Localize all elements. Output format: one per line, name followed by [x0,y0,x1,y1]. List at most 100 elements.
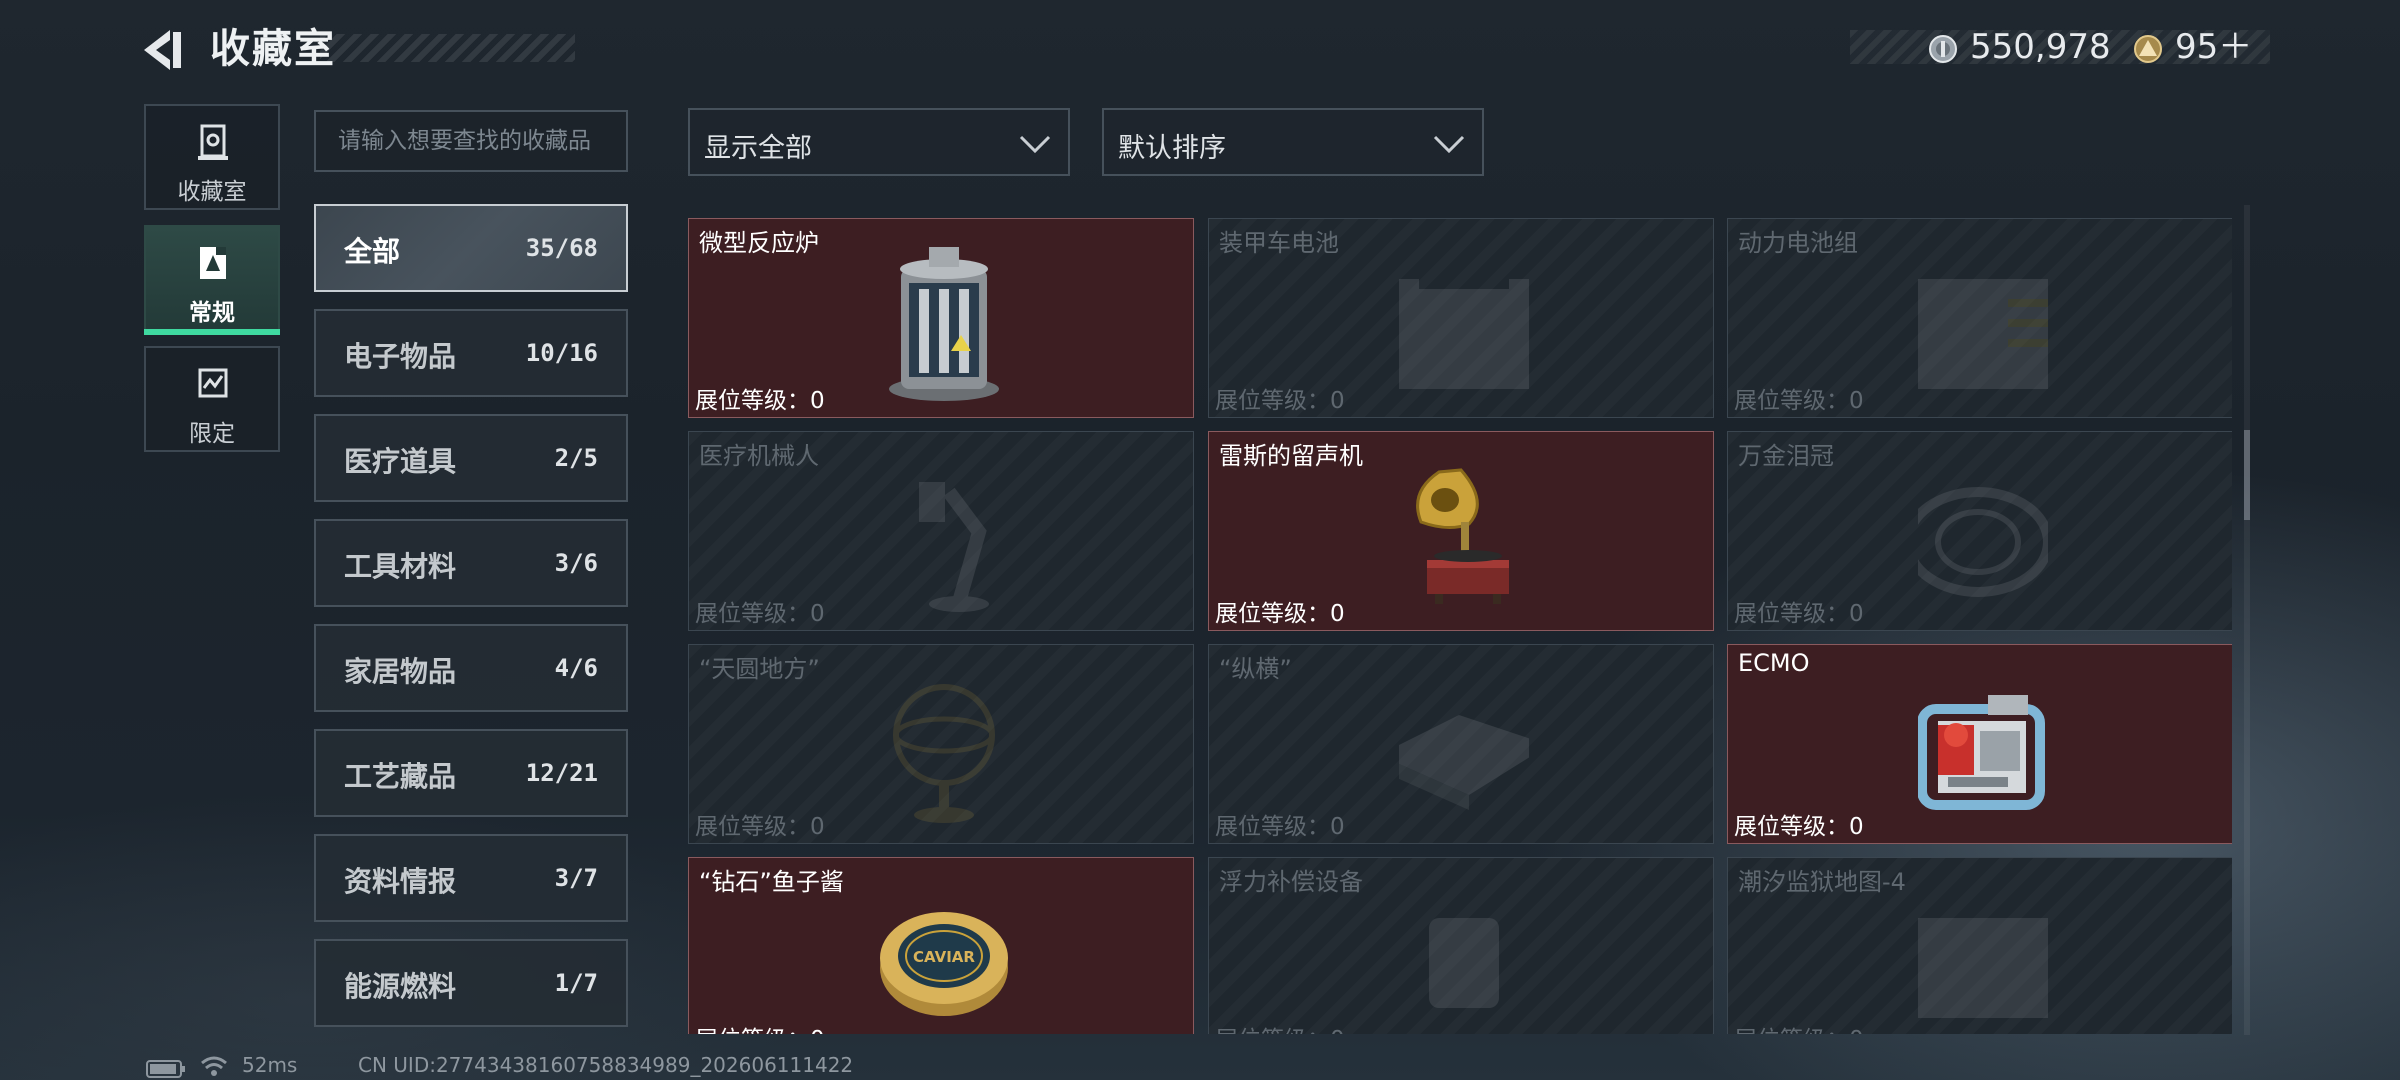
token-icon [2134,35,2162,63]
prison-map-icon [1918,918,2048,1018]
item-name: 微型反应炉 [699,229,819,257]
item-level: 展位等级：0 [695,388,825,414]
category-name: 资料情报 [344,865,457,898]
item-name: 万金泪冠 [1738,442,1834,470]
category-household[interactable]: 家居物品 4/6 [314,624,628,712]
category-count: 4/6 [554,654,598,682]
category-count: 10/16 [525,339,598,367]
scrollbar-track[interactable] [2244,205,2250,1035]
category-count: 3/7 [554,864,598,892]
svg-text:CAVIAR: CAVIAR [913,948,975,966]
ecmo-machine-icon [1918,695,2045,810]
item-name: “天圆地方” [699,655,820,683]
ping-readout: 52ms [242,1053,298,1077]
collection-card[interactable]: 微型反应炉 展位等级：0 [688,218,1194,418]
category-count: 12/21 [525,759,598,787]
category-intel[interactable]: 资料情报 3/7 [314,834,628,922]
display-filter-dropdown[interactable]: 显示全部 [688,108,1070,176]
category-name: 家居物品 [344,655,457,688]
category-tools[interactable]: 工具材料 3/6 [314,519,628,607]
category-name: 能源燃料 [344,970,457,1003]
category-name: 医疗道具 [344,445,457,478]
category-count: 1/7 [554,969,598,997]
collection-card[interactable]: “纵横” 展位等级：0 [1208,644,1714,844]
power-battery-pack-icon [1918,279,2048,389]
title-decoration [320,34,575,62]
category-count: 2/5 [554,444,598,472]
item-name: 动力电池组 [1738,229,1858,257]
back-arrow-icon[interactable] [140,26,188,74]
collection-card[interactable]: 装甲车电池 展位等级：0 [1208,218,1714,418]
search-input[interactable] [314,110,628,172]
nav-collection-room[interactable]: 收藏室 [144,104,280,210]
coin-icon [1929,35,1957,63]
nav-limited[interactable]: 限定 [144,346,280,452]
battery-icon [146,1060,185,1078]
regular-icon [200,247,226,279]
wifi-icon [201,1056,227,1076]
item-level: 展位等级：0 [695,814,825,840]
buoyancy-device-icon [1429,918,1499,1008]
chessboard-icon [1399,715,1529,810]
item-name: 潮汐监狱地图-4 [1738,868,1906,896]
category-electronics[interactable]: 电子物品 10/16 [314,309,628,397]
collection-card[interactable]: 雷斯的留声机 展位等级：0 [1208,431,1714,631]
collection-card[interactable]: 医疗机械人 展位等级：0 [688,431,1194,631]
category-energy[interactable]: 能源燃料 1/7 [314,939,628,1027]
limited-icon [198,368,228,398]
item-level: 展位等级：0 [1215,814,1345,840]
item-level: 展位等级：0 [1215,388,1345,414]
category-name: 工具材料 [344,550,457,583]
item-name: 装甲车电池 [1219,229,1339,257]
nav-label: 收藏室 [177,179,247,205]
micro-reactor-icon [889,247,999,401]
collection-card[interactable]: CAVIAR “钻石”鱼子酱 展位等级：0 [688,857,1194,1034]
item-level: 展位等级：0 [1734,601,1864,627]
token-amount[interactable]: 95＋ [2175,25,2252,69]
collection-card[interactable]: 动力电池组 展位等级：0 [1727,218,2232,418]
item-level: 展位等级：0 [1734,388,1864,414]
nav-label: 常规 [189,300,235,326]
display-filter-value: 显示全部 [704,133,812,164]
nav-regular[interactable]: 常规 [144,225,280,335]
item-level: 展位等级：0 [1734,1020,1864,1034]
scrollbar-thumb[interactable] [2244,430,2250,520]
nav-label: 限定 [189,421,235,447]
item-level: 展位等级：0 [695,601,825,627]
gramophone-icon [1416,468,1509,604]
item-name: “钻石”鱼子酱 [699,868,844,896]
item-name: “纵横” [1219,655,1292,683]
collection-card[interactable]: “天圆地方” 展位等级：0 [688,644,1194,844]
sort-dropdown[interactable]: 默认排序 [1102,108,1484,176]
item-name: ECMO [1738,649,1810,677]
tear-crown-icon [1918,487,2048,597]
category-crafts[interactable]: 工艺藏品 12/21 [314,729,628,817]
chevron-down-icon [1433,135,1465,154]
category-medical[interactable]: 医疗道具 2/5 [314,414,628,502]
collection-grid: 微型反应炉 展位等级：0 装甲车电池 展位等级：0 动力电池组 展位等级：0 医… [686,200,2232,1034]
item-name: 雷斯的留声机 [1219,442,1363,470]
collection-card[interactable]: ECMO 展位等级：0 [1727,644,2232,844]
medical-robot-icon [919,482,989,612]
item-name: 浮力补偿设备 [1219,868,1363,896]
category-name: 工艺藏品 [344,760,457,793]
item-name: 医疗机械人 [699,442,819,470]
category-name: 全部 [344,235,401,268]
collection-card[interactable]: 万金泪冠 展位等级：0 [1727,431,2232,631]
caviar-tin-icon: CAVIAR [880,912,1008,1016]
uid-text: CN UID:2774343816075883498​9_20260611142… [358,1053,854,1077]
collection-card[interactable]: 潮汐监狱地图-4 展位等级：0 [1727,857,2232,1034]
sort-value: 默认排序 [1118,133,1226,164]
category-count: 3/6 [554,549,598,577]
armored-battery-icon [1399,279,1529,389]
coin-amount: 550,978 [1970,27,2111,67]
collection-card[interactable]: 浮力补偿设备 展位等级：0 [1208,857,1714,1034]
item-level: 展位等级：0 [1734,814,1864,840]
item-level: 展位等级：0 [695,1020,825,1034]
category-all[interactable]: 全部 35/68 [314,204,628,292]
armillary-sphere-icon [893,684,995,823]
category-count: 35/68 [525,234,598,262]
item-level: 展位等级：0 [1215,601,1345,627]
chevron-down-icon [1019,135,1051,154]
page-title: 收藏室 [210,26,336,72]
